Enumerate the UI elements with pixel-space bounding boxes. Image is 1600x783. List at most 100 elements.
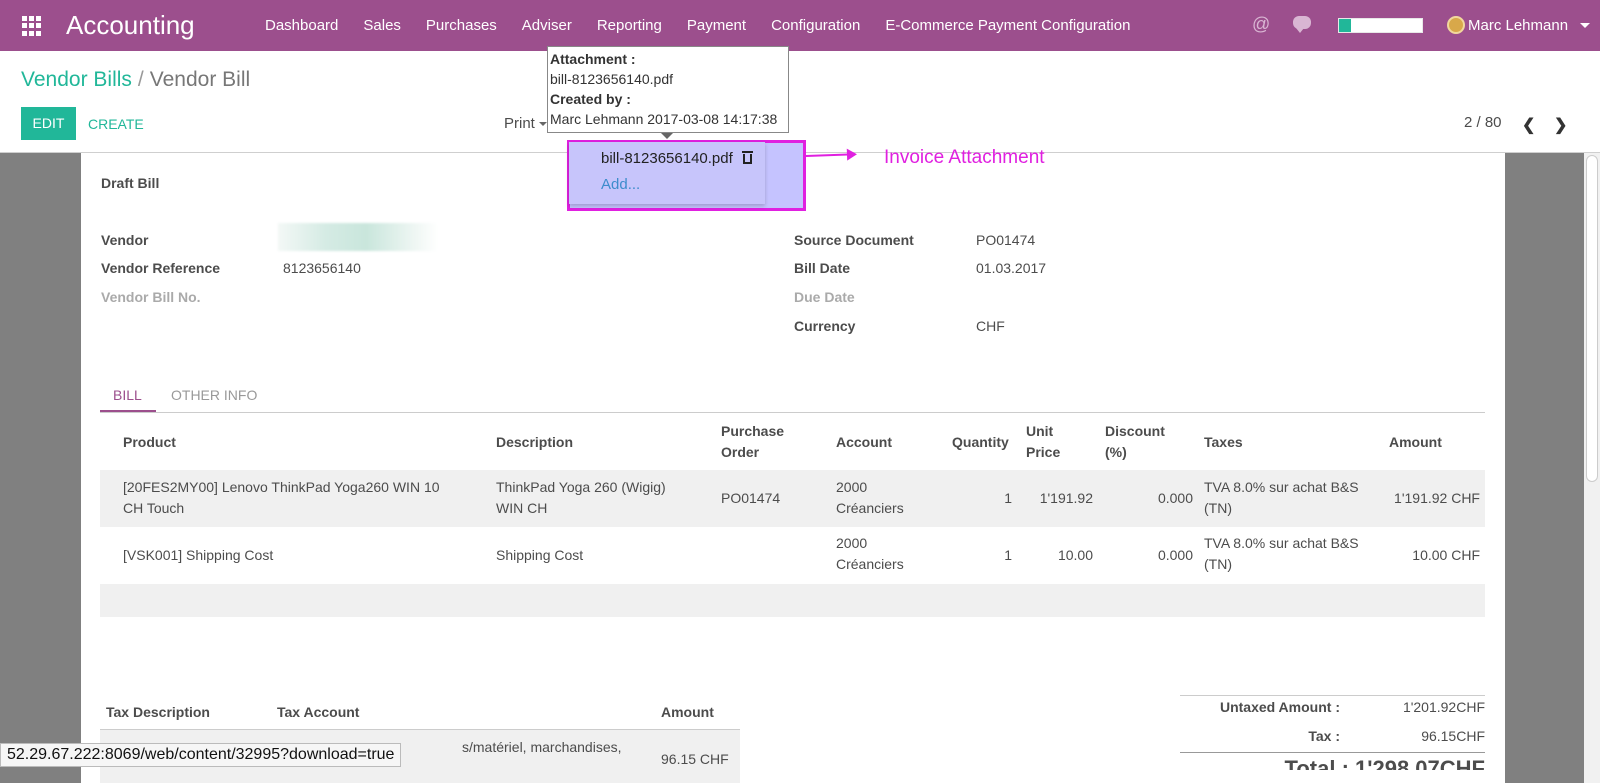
- row1-account-line1: 2000: [836, 479, 868, 495]
- col-purchase-order-line1: Purchase: [721, 423, 785, 439]
- menu-purchases[interactable]: Purchases: [426, 17, 497, 34]
- untaxed-amount-label: Untaxed Amount :: [1219, 699, 1340, 715]
- menu-sales[interactable]: Sales: [363, 17, 401, 34]
- totals-divider-top: [1180, 695, 1485, 696]
- col-quantity[interactable]: Quantity: [952, 432, 1009, 453]
- tax-row-amount: 96.15 CHF: [661, 751, 729, 767]
- add-attachment-link[interactable]: Add...: [601, 176, 640, 193]
- mentions-icon[interactable]: @: [1252, 14, 1270, 35]
- activity-progress-bar: [1338, 18, 1423, 33]
- menu-adviser[interactable]: Adviser: [522, 17, 572, 34]
- empty-table-row[interactable]: [100, 584, 1485, 617]
- row1-description-line1: ThinkPad Yoga 260 (Wigig): [496, 479, 666, 495]
- vendor-bill-no-label: Vendor Bill No.: [101, 289, 201, 305]
- tab-other-info[interactable]: OTHER INFO: [171, 387, 257, 403]
- edit-button[interactable]: EDIT: [21, 107, 76, 140]
- tax-total-label: Tax :: [1308, 728, 1340, 744]
- row2-unit-price: 10.00: [1057, 547, 1093, 563]
- col-account[interactable]: Account: [836, 432, 892, 453]
- row2-product: [VSK001] Shipping Cost: [123, 547, 274, 563]
- annotation-label: Invoice Attachment: [884, 147, 1045, 168]
- create-button[interactable]: CREATE: [88, 116, 144, 132]
- row1-unit-price: 1'191.92: [1039, 490, 1093, 506]
- pager-value[interactable]: 2 / 80: [1464, 114, 1502, 131]
- total-amount: Total : 1'298.07CHF: [1284, 756, 1485, 770]
- app-brand[interactable]: Accounting: [66, 10, 195, 41]
- scrollbar-thumb[interactable]: [1586, 155, 1598, 482]
- tab-bill[interactable]: BILL: [113, 387, 142, 403]
- currency-label: Currency: [794, 318, 856, 334]
- tooltip-arrow-icon: [661, 133, 673, 139]
- row1-account-line2: Créanciers: [836, 500, 904, 516]
- row2-taxes-line2: (TN): [1204, 556, 1232, 572]
- user-menu-caret-icon[interactable]: [1580, 23, 1590, 28]
- bill-date-value: 01.03.2017: [976, 260, 1047, 276]
- row2-description: Shipping Cost: [496, 547, 584, 563]
- tooltip-attachment-label: Attachment :: [550, 51, 636, 67]
- tax-col-description: Tax Description: [106, 704, 210, 720]
- print-dropdown[interactable]: Print: [504, 115, 547, 132]
- col-unit-price-line2: Price: [1026, 444, 1061, 460]
- tax-col-amount: Amount: [661, 704, 714, 720]
- untaxed-amount-value: 1'201.92CHF: [1402, 699, 1485, 715]
- chat-icon[interactable]: [1293, 16, 1311, 33]
- row2-taxes-line1: TVA 8.0% sur achat B&S: [1204, 535, 1359, 551]
- row1-taxes-line2: (TN): [1204, 500, 1232, 516]
- menu-reporting[interactable]: Reporting: [597, 17, 662, 34]
- menu-configuration[interactable]: Configuration: [771, 17, 860, 34]
- row1-taxes-line1: TVA 8.0% sur achat B&S: [1204, 479, 1359, 495]
- row1-product-line2: CH Touch: [123, 500, 185, 516]
- attachment-file-link[interactable]: bill-8123656140.pdf: [601, 150, 733, 167]
- tab-divider: [100, 412, 1485, 413]
- row2-account-line1: 2000: [836, 535, 868, 551]
- col-purchase-order[interactable]: Purchase Order: [721, 421, 784, 463]
- col-unit-price-line1: Unit: [1026, 423, 1054, 439]
- row1-taxes: TVA 8.0% sur achat B&S (TN): [1204, 477, 1359, 519]
- col-discount-line1: Discount: [1105, 423, 1165, 439]
- browser-status-url: 52.29.67.222:8069/web/content/32995?down…: [0, 743, 402, 767]
- row1-quantity: 1: [1004, 490, 1012, 506]
- col-unit-price[interactable]: Unit Price: [1026, 421, 1060, 463]
- row2-quantity: 1: [1004, 547, 1012, 563]
- top-navbar: Accounting Dashboard Sales Purchases Adv…: [0, 0, 1600, 51]
- user-avatar[interactable]: [1447, 16, 1465, 34]
- bill-date-label: Bill Date: [794, 260, 851, 276]
- col-discount[interactable]: Discount (%): [1105, 421, 1165, 463]
- col-taxes[interactable]: Taxes: [1204, 432, 1243, 453]
- totals-divider-bottom: [1180, 752, 1485, 753]
- col-purchase-order-line2: Order: [721, 444, 760, 460]
- col-discount-line2: (%): [1105, 444, 1127, 460]
- trash-icon[interactable]: [742, 151, 753, 164]
- vendor-reference-value: 8123656140: [283, 260, 361, 276]
- col-description[interactable]: Description: [496, 432, 573, 453]
- chevron-down-icon: [538, 122, 547, 127]
- progress-fill: [1339, 19, 1352, 32]
- menu-dashboard[interactable]: Dashboard: [265, 17, 338, 34]
- col-amount[interactable]: Amount: [1389, 432, 1442, 453]
- tooltip-created-by-label: Created by :: [550, 91, 631, 107]
- currency-value: CHF: [976, 318, 1005, 334]
- user-name[interactable]: Marc Lehmann: [1468, 17, 1568, 34]
- scrollbar[interactable]: [1584, 153, 1600, 783]
- attachment-tooltip: Attachment : bill-8123656140.pdf Created…: [547, 46, 789, 133]
- vendor-value-redacted[interactable]: [278, 223, 438, 251]
- pager-next-icon[interactable]: ❯: [1554, 115, 1567, 135]
- breadcrumb-vendor-bills[interactable]: Vendor Bills: [21, 68, 132, 91]
- row1-account: 2000 Créanciers: [836, 477, 904, 519]
- tooltip-created-by-value: Marc Lehmann 2017-03-08 14:17:38: [550, 111, 778, 127]
- row2-taxes: TVA 8.0% sur achat B&S (TN): [1204, 533, 1359, 575]
- menu-ecommerce-payment-configuration[interactable]: E-Commerce Payment Configuration: [885, 17, 1130, 34]
- col-product[interactable]: Product: [123, 432, 176, 453]
- vendor-label: Vendor: [101, 232, 149, 248]
- tax-row-description: s/matériel, marchandises,: [462, 739, 622, 755]
- breadcrumb-separator: /: [137, 68, 144, 91]
- row1-discount: 0.000: [1157, 490, 1193, 506]
- row2-amount: 10.00 CHF: [1412, 547, 1480, 563]
- due-date-label: Due Date: [794, 289, 855, 305]
- row1-description: ThinkPad Yoga 260 (Wigig) WIN CH: [496, 477, 666, 519]
- row2-account: 2000 Créanciers: [836, 533, 904, 575]
- pager-previous-icon[interactable]: ❮: [1522, 115, 1535, 135]
- apps-menu-icon[interactable]: [22, 16, 42, 36]
- menu-payment[interactable]: Payment: [687, 17, 746, 34]
- print-label: Print: [504, 115, 535, 132]
